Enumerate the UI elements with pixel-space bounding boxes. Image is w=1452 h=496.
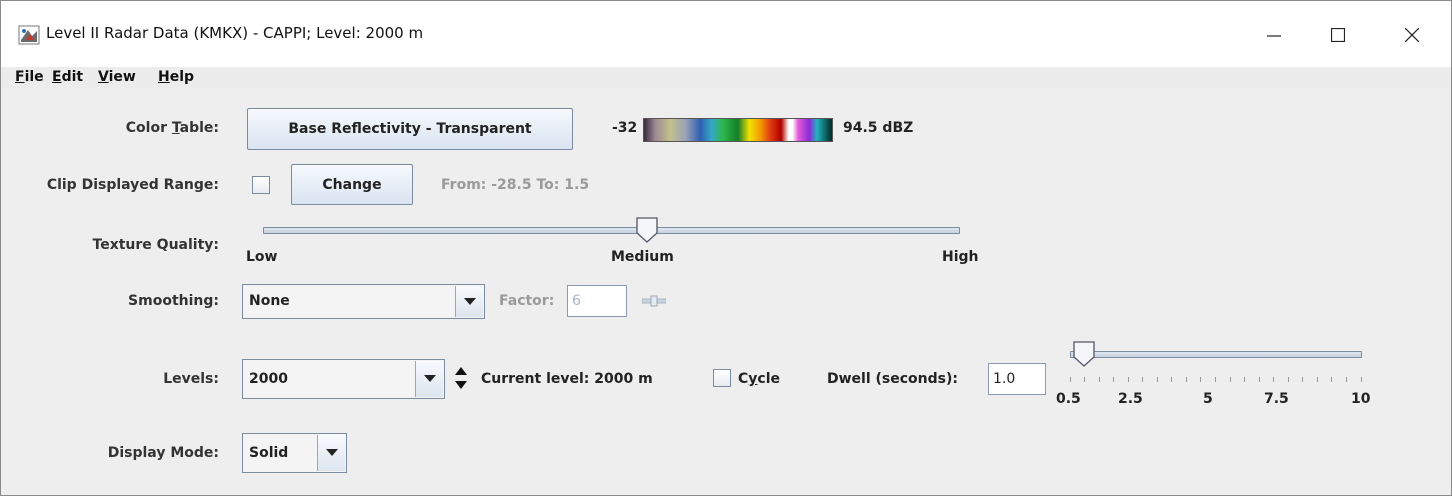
dwell-slider-track[interactable] [1070,351,1362,358]
chevron-down-icon[interactable] [317,435,345,471]
display-mode-dropdown[interactable]: Solid [242,433,347,473]
clip-range-checkbox[interactable] [252,176,270,194]
app-icon [18,25,40,45]
texture-quality-slider-thumb[interactable] [636,217,658,243]
texture-quality-slider-track[interactable] [263,227,960,234]
color-table-label: Color Table: [125,120,219,136]
levels-selected: 2000 [249,371,288,387]
cycle-label: Cycle [738,371,781,387]
clip-range-label: Clip Displayed Range: [46,177,219,193]
current-level-text: Current level: 2000 m [481,371,653,387]
texture-quality-label: Texture Quality: [92,237,219,253]
dwell-label: Dwell (seconds): [827,371,958,387]
dwell-slider-thumb[interactable] [1073,341,1095,367]
maximize-button[interactable] [1315,13,1361,57]
level-stepper-icon[interactable] [453,362,469,394]
dwell-tick-label: 2.5 [1118,391,1143,407]
chevron-down-icon[interactable] [455,286,483,317]
color-table-button[interactable]: Base Reflectivity - Transparent [247,108,573,150]
dwell-tick-label: 7.5 [1264,391,1289,407]
factor-field[interactable]: 6 [567,285,627,317]
minimize-icon [1267,35,1281,37]
smoothing-label: Smoothing: [128,293,219,309]
display-mode-label: Display Mode: [107,445,219,461]
display-mode-selected: Solid [249,445,289,461]
menu-help[interactable]: Help [158,69,194,85]
maximize-icon [1331,28,1345,42]
clip-range-text: From: -28.5 To: 1.5 [441,177,590,193]
color-range-min: -32 [612,120,638,136]
dwell-tick-label: 5 [1203,391,1213,407]
change-button[interactable]: Change [291,164,413,205]
levels-label: Levels: [163,371,219,387]
cycle-checkbox[interactable] [713,369,731,387]
menu-edit[interactable]: Edit [52,69,83,85]
menu-view[interactable]: View [98,69,136,85]
close-icon [1405,28,1419,42]
title-bar: Level II Radar Data (KMKX) - CAPPI; Leve… [1,1,1451,67]
texture-high-label: High [942,249,979,265]
smoothing-selected: None [249,293,290,309]
dwell-field[interactable]: 1.0 [988,363,1046,395]
radar-data-window: Level II Radar Data (KMKX) - CAPPI; Leve… [0,0,1452,496]
dwell-slider-ticks [1070,377,1362,383]
texture-medium-label: Medium [611,249,674,265]
color-range-max: 94.5 dBZ [843,120,914,136]
levels-dropdown[interactable]: 2000 [242,359,445,399]
window-title: Level II Radar Data (KMKX) - CAPPI; Leve… [46,24,424,42]
menu-bar: File Edit View Help [1,67,1451,89]
menu-file[interactable]: File [15,69,44,85]
minimize-button[interactable] [1251,13,1297,57]
factor-slider-icon[interactable] [642,295,666,307]
dwell-tick-label: 10 [1351,391,1371,407]
factor-label: Factor: [499,293,555,309]
chevron-down-icon[interactable] [415,361,443,397]
close-button[interactable] [1389,13,1435,57]
smoothing-dropdown[interactable]: None [242,284,485,319]
color-scale-bar [643,118,833,142]
texture-low-label: Low [246,249,278,265]
dwell-tick-label: 0.5 [1056,391,1081,407]
